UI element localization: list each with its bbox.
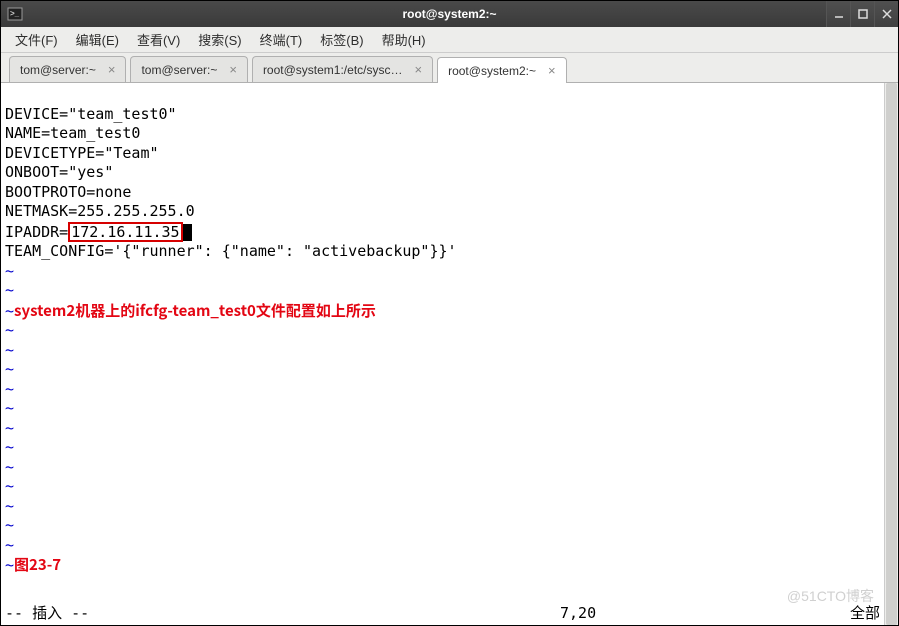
vim-tilde: ~ [5,497,14,515]
vertical-scrollbar[interactable] [884,83,898,625]
vim-tilde: ~ [5,360,14,378]
vim-tilde: ~ [5,399,14,417]
close-icon[interactable]: × [544,64,556,77]
tab-label: root@system2:~ [448,64,536,78]
tab-item[interactable]: tom@server:~ × [130,56,247,82]
window-titlebar: >_ root@system2:~ [1,1,898,27]
text-cursor [183,224,192,241]
watermark: @51CTO博客 [787,587,874,605]
scroll-percent: 全部 [800,604,880,624]
config-line: NAME=team_test0 [5,124,140,142]
terminal-output[interactable]: DEVICE="team_test0" NAME=team_test0 DEVI… [1,83,884,625]
close-button[interactable] [874,1,898,27]
vim-tilde: ~ [5,556,14,574]
minimize-button[interactable] [826,1,850,27]
vim-tilde: ~ [5,281,14,299]
cursor-position: 7,20 [560,604,800,624]
highlighted-ip: 172.16.11.35 [68,222,182,243]
vim-mode: -- 插入 -- [5,604,560,624]
tab-item[interactable]: tom@server:~ × [9,56,126,82]
menu-tabs[interactable]: 标签(B) [312,27,371,52]
vim-tilde: ~ [5,321,14,339]
tab-item-active[interactable]: root@system2:~ × [437,57,566,83]
vim-tilde: ~ [5,341,14,359]
menu-file[interactable]: 文件(F) [7,27,66,52]
menubar: 文件(F) 编辑(E) 查看(V) 搜索(S) 终端(T) 标签(B) 帮助(H… [1,27,898,53]
vim-tilde: ~ [5,516,14,534]
tab-label: root@system1:/etc/sysc… [263,63,403,77]
annotation-text: system2机器上的ifcfg-team_test0文件配置如上所示 [14,300,376,321]
vim-tilde: ~ [5,380,14,398]
app-icon: >_ [7,6,23,22]
vim-tilde: ~ [5,438,14,456]
scrollbar-thumb[interactable] [886,83,897,625]
vim-tilde: ~ [5,458,14,476]
tab-label: tom@server:~ [20,63,96,77]
config-line: NETMASK=255.255.255.0 [5,202,195,220]
maximize-button[interactable] [850,1,874,27]
close-icon[interactable]: × [410,63,422,76]
menu-view[interactable]: 查看(V) [129,27,188,52]
figure-label: 图23-7 [14,554,61,575]
vim-statusline: -- 插入 -- 7,20 全部 [1,604,884,626]
config-line: DEVICE="team_test0" [5,105,177,123]
config-line: ONBOOT="yes" [5,163,113,181]
config-ip-label: IPADDR= [5,223,68,241]
menu-help[interactable]: 帮助(H) [374,27,434,52]
vim-tilde: ~ [5,477,14,495]
config-line: DEVICETYPE="Team" [5,144,159,162]
svg-text:>_: >_ [10,9,20,18]
vim-tilde: ~ [5,302,14,320]
vim-tilde: ~ [5,262,14,280]
menu-terminal[interactable]: 终端(T) [252,27,311,52]
tabbar: tom@server:~ × tom@server:~ × root@syste… [1,53,898,83]
tab-item[interactable]: root@system1:/etc/sysc… × [252,56,433,82]
window-title: root@system2:~ [402,7,496,21]
close-icon[interactable]: × [104,63,116,76]
vim-tilde: ~ [5,536,14,554]
tab-label: tom@server:~ [141,63,217,77]
window-buttons [826,1,898,27]
config-line: TEAM_CONFIG='{"runner": {"name": "active… [5,242,457,260]
menu-search[interactable]: 搜索(S) [190,27,249,52]
vim-tilde: ~ [5,419,14,437]
config-line: BOOTPROTO=none [5,183,131,201]
menu-edit[interactable]: 编辑(E) [68,27,127,52]
close-icon[interactable]: × [225,63,237,76]
